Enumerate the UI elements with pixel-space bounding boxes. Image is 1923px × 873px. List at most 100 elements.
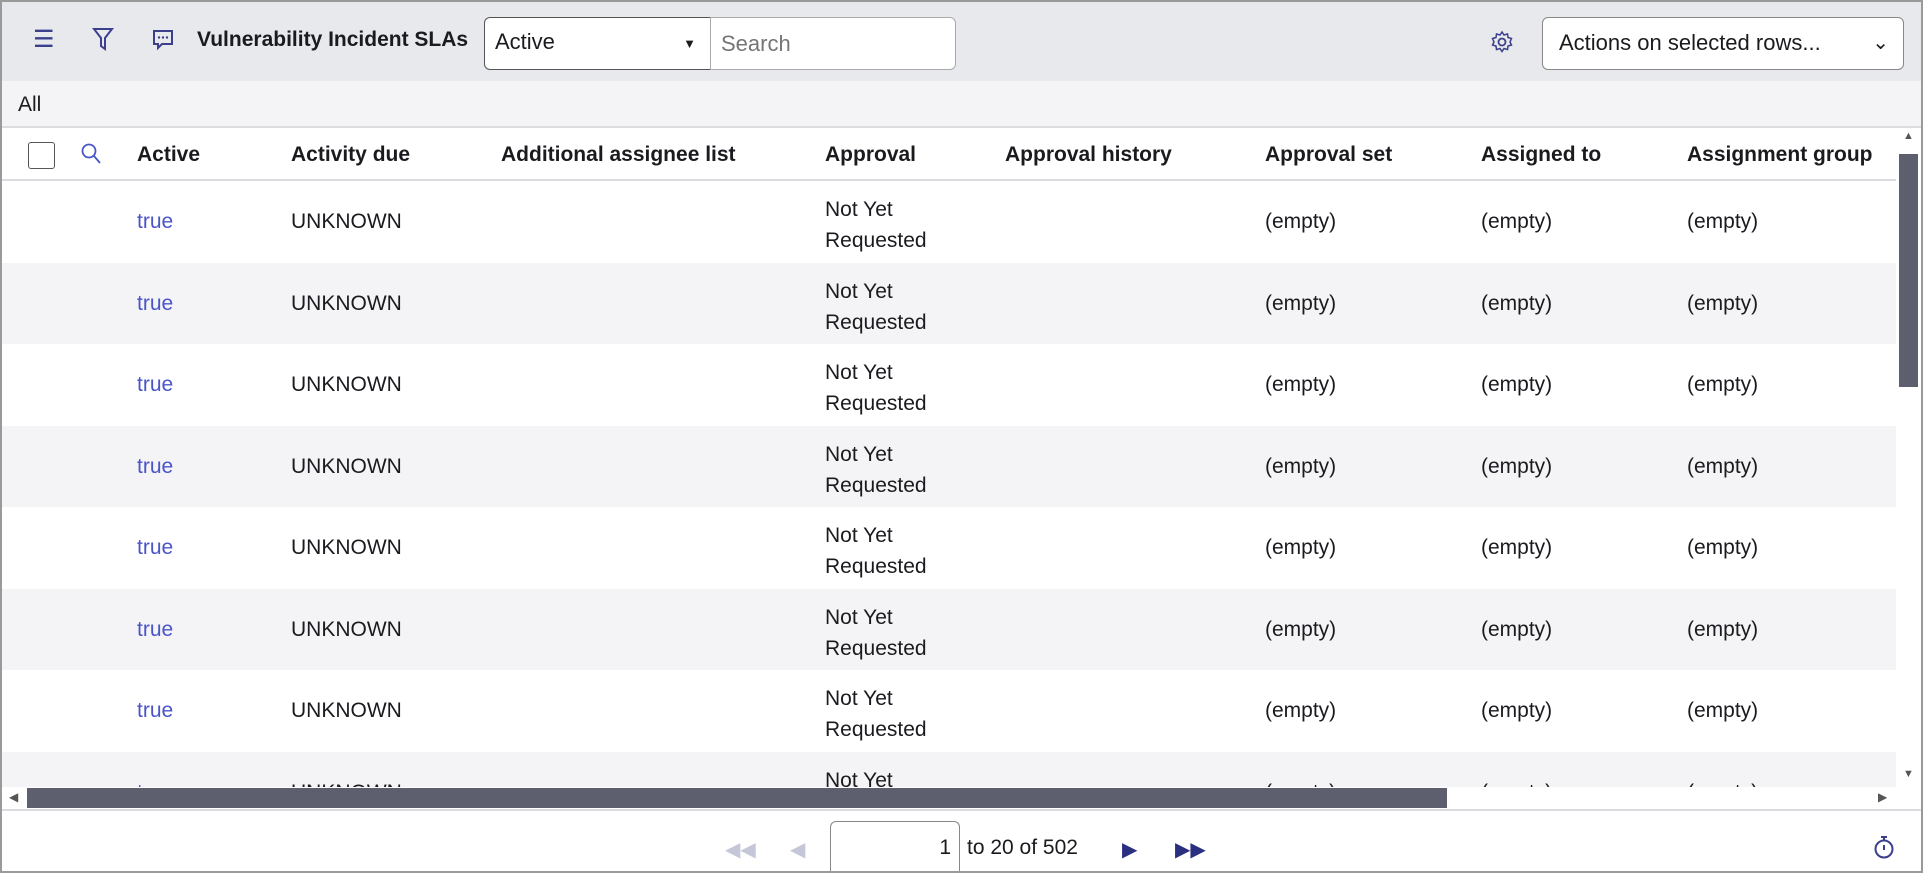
filter-icon[interactable]: [91, 26, 115, 57]
cell-activity-due: UNKNOWN: [291, 454, 402, 478]
cell-assignment-group: (empty): [1687, 373, 1759, 396]
cell-approval-set: (empty): [1265, 291, 1337, 315]
cell-approval-set: (empty): [1265, 536, 1337, 559]
table-row[interactable]: true UNKNOWN Not Yet Requested (empty) (empty…: [0, 507, 1896, 589]
cell-active[interactable]: true: [137, 373, 173, 397]
cell-approval-set: (empty): [1265, 699, 1337, 722]
approval-line-1: Not Yet: [825, 442, 893, 466]
cell-approval-set: (empty): [1265, 617, 1337, 641]
cell-assigned-to: (empty): [1481, 291, 1553, 315]
cell-assignment-group: (empty): [1687, 210, 1759, 233]
actions-select[interactable]: Actions on selected rows... ⌄: [1542, 17, 1904, 70]
cell-active[interactable]: true: [137, 618, 173, 642]
cell-active[interactable]: true: [137, 455, 173, 479]
cell-activity-due: UNKNOWN: [291, 373, 402, 396]
column-header-approval-history[interactable]: Approval history: [1005, 143, 1172, 167]
horizontal-scroll-thumb[interactable]: [27, 788, 1447, 808]
cell-approval-set: (empty): [1265, 373, 1337, 396]
column-header-assigned-to[interactable]: Assigned to: [1481, 143, 1601, 167]
stopwatch-icon[interactable]: [1873, 834, 1895, 865]
cell-approval: Not Yet Requested: [825, 194, 927, 256]
column-header-active[interactable]: Active: [137, 143, 200, 167]
cell-activity-due: UNKNOWN: [291, 699, 402, 722]
cell-assigned-to: (empty): [1481, 454, 1553, 478]
next-page-icon[interactable]: ▶: [1122, 837, 1137, 862]
cell-assignment-group: (empty): [1687, 699, 1759, 722]
cell-active[interactable]: true: [137, 210, 173, 234]
breadcrumb: All: [0, 81, 1923, 128]
approval-line-2: Requested: [825, 229, 927, 252]
cell-assigned-to: (empty): [1481, 210, 1553, 233]
table-row[interactable]: true UNKNOWN Not Yet Requested (empty) (empty…: [0, 588, 1896, 670]
hamburger-menu-icon[interactable]: ☰: [33, 28, 55, 52]
approval-line-1: Not Yet: [825, 198, 893, 221]
select-all-checkbox[interactable]: [28, 142, 55, 169]
table-row[interactable]: true UNKNOWN Not YetRequested (empty) (empty…: [0, 344, 1896, 426]
cell-assignment-group: (empty): [1687, 617, 1759, 641]
list-toolbar: ☰ Vulnerability Incident SLAs Active ▼ Ac…: [0, 0, 1923, 81]
chevron-down-icon: ⌄: [1872, 32, 1889, 54]
breadcrumb-all[interactable]: All: [18, 93, 41, 116]
chat-icon[interactable]: [151, 28, 175, 57]
table-row[interactable]: trueUNKNOWNNot YetRequested(empty)(empty…: [0, 262, 1896, 344]
cell-approval: Not YetRequested: [825, 357, 927, 419]
gear-icon[interactable]: [1490, 30, 1514, 59]
table-row[interactable]: true UNKNOWN Not Yet Requested (empty) (empty…: [0, 425, 1896, 507]
previous-page-icon[interactable]: ◀: [790, 837, 805, 862]
cell-assignment-group: (empty): [1687, 291, 1759, 315]
cell-approval: Not Yet Requested: [825, 602, 927, 664]
approval-line-1: Not Yet: [825, 687, 893, 710]
table-row[interactable]: true UNKNOWN Not Yet Requested (empty) (empty…: [0, 670, 1896, 752]
scroll-left-icon[interactable]: ◀: [9, 790, 18, 804]
cell-approval: Not Yet Requested: [825, 276, 927, 338]
search-columns-icon[interactable]: [80, 142, 102, 171]
column-header-assignment-group[interactable]: Assignment group: [1687, 143, 1873, 167]
cell-activity-due: UNKNOWN: [291, 210, 402, 233]
approval-line-1: Not Yet: [825, 361, 893, 384]
cell-active[interactable]: true: [137, 699, 173, 723]
approval-line-2: Requested: [825, 473, 927, 497]
filter-field-select[interactable]: Active ▼: [484, 17, 711, 70]
approval-line-1: Not Yet: [825, 279, 893, 303]
table-header: Active Activity due Additional assignee …: [0, 128, 1896, 181]
cell-assignment-group: (empty): [1687, 536, 1759, 559]
cell-approval: Not YetRequested: [825, 765, 927, 788]
column-header-additional-assignee-list[interactable]: Additional assignee list: [501, 143, 736, 167]
list-title: Vulnerability Incident SLAs: [197, 28, 469, 51]
column-header-approval-set[interactable]: Approval set: [1265, 143, 1392, 167]
vertical-scroll-thumb[interactable]: [1899, 154, 1918, 387]
approval-line-1: Not Yet: [825, 524, 893, 547]
cell-assigned-to: (empty): [1481, 373, 1553, 396]
approval-line-2: Requested: [825, 310, 927, 334]
page-range-text: to 20 of 502: [967, 836, 1078, 859]
scroll-right-icon[interactable]: ▶: [1878, 790, 1887, 804]
table-row[interactable]: trueUNKNOWNNot YetRequested(empty)(empty…: [0, 751, 1896, 788]
approval-line-2: Requested: [825, 636, 927, 660]
cell-approval: Not Yet Requested: [825, 439, 927, 501]
cell-active[interactable]: true: [137, 292, 173, 316]
last-page-icon[interactable]: ▶▶: [1175, 837, 1206, 862]
column-header-approval[interactable]: Approval: [825, 143, 916, 167]
caret-down-icon: ▼: [683, 36, 696, 51]
search-input[interactable]: [710, 17, 956, 70]
cell-approval-set: (empty): [1265, 454, 1337, 478]
cell-assigned-to: (empty): [1481, 536, 1553, 559]
approval-line-1: Not Yet: [825, 605, 893, 629]
actions-select-value: Actions on selected rows...: [1559, 30, 1821, 55]
approval-line-2: Requested: [825, 555, 927, 578]
cell-activity-due: UNKNOWN: [291, 536, 402, 559]
pagination-footer: [0, 809, 1923, 873]
cell-approval: Not Yet Requested: [825, 683, 927, 745]
first-page-icon[interactable]: ◀◀: [725, 837, 756, 862]
approval-line-1: Not Yet: [825, 768, 893, 788]
column-header-activity-due[interactable]: Activity due: [291, 143, 410, 167]
page-number-input[interactable]: 1: [830, 821, 960, 873]
table-row[interactable]: true UNKNOWN Not Yet Requested (empty) (empty…: [0, 181, 1896, 263]
scroll-down-icon[interactable]: ▼: [1903, 768, 1914, 780]
filter-field-value: Active: [495, 29, 555, 54]
cell-activity-due: UNKNOWN: [291, 617, 402, 641]
cell-active[interactable]: true: [137, 536, 173, 560]
approval-line-2: Requested: [825, 718, 927, 741]
scroll-up-icon[interactable]: ▲: [1903, 130, 1914, 142]
cell-approval-set: (empty): [1265, 210, 1337, 233]
